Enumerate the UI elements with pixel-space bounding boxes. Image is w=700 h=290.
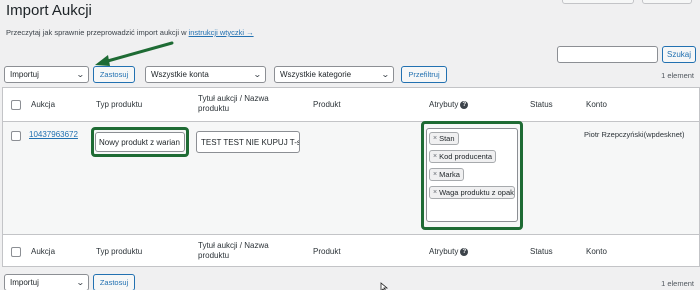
- column-auction-footer: Aukcja: [31, 247, 56, 256]
- top-stub-button-1[interactable]: [562, 0, 634, 4]
- bulk-action-value: Importuj: [10, 70, 39, 79]
- attribute-tag[interactable]: × Kod producenta: [429, 150, 497, 163]
- column-auction: Aukcja: [31, 100, 56, 109]
- remove-tag-icon[interactable]: ×: [433, 171, 437, 178]
- account-value: Piotr Rzepczyński(wpdesknet): [584, 130, 685, 139]
- table-header: Aukcja Typ produktu Tytuł aukcji / Nazwa…: [3, 88, 699, 122]
- select-all-checkbox-footer[interactable]: [11, 247, 21, 257]
- top-stub-button-2[interactable]: [642, 0, 692, 4]
- page-title: Import Aukcji: [6, 2, 92, 19]
- bulk-action-select-top[interactable]: Importuj ⌄: [4, 66, 89, 83]
- filter-button[interactable]: Przefiltruj: [401, 66, 447, 83]
- column-title-line2: produktu: [198, 104, 230, 113]
- item-count-bottom: 1 element: [661, 279, 694, 288]
- attributes-multiselect[interactable]: × Stan × Kod producenta × Marka × Waga produ…: [426, 128, 518, 222]
- column-title: Tytuł aukcji / Nazwa produktu: [198, 94, 269, 114]
- table-footer: Aukcja Typ produktu Tytuł aukcji / Nazwa…: [3, 234, 699, 268]
- accounts-filter-value: Wszystkie konta: [151, 70, 209, 79]
- chevron-down-icon: ⌄: [76, 278, 86, 287]
- column-title-footer: Tytuł aukcji / Nazwa produktu: [198, 241, 269, 261]
- auctions-table: Aukcja Typ produktu Tytuł aukcji / Nazwa…: [2, 87, 700, 267]
- attribute-tag-label: Stan: [439, 134, 455, 143]
- help-text: Przeczytaj jak sprawnie przeprowadzić im…: [6, 28, 254, 37]
- bulk-action-value-bottom: Importuj: [10, 278, 39, 287]
- column-attributes-footer-label: Atrybuty: [429, 247, 459, 256]
- bulk-action-select-bottom[interactable]: Importuj ⌄: [4, 274, 89, 290]
- accounts-filter-select[interactable]: Wszystkie konta ⌄: [145, 66, 266, 83]
- attribute-tag-label: Marka: [439, 170, 460, 179]
- attribute-tag-label: Waga produktu z opakowaniem: [439, 188, 514, 197]
- column-product-type: Typ produktu: [96, 100, 143, 109]
- row-checkbox[interactable]: [11, 131, 21, 141]
- product-type-select[interactable]: Nowy produkt z warian: [95, 132, 185, 152]
- help-icon[interactable]: ?: [460, 247, 469, 256]
- apply-button-bottom[interactable]: Zastosuj: [93, 274, 135, 290]
- select-all-checkbox[interactable]: [11, 100, 21, 110]
- column-product-type-footer: Typ produktu: [96, 247, 143, 256]
- attribute-tag[interactable]: × Marka: [429, 168, 464, 181]
- column-attributes-label: Atrybuty: [429, 100, 459, 109]
- attribute-tag-label: Kod producenta: [439, 152, 493, 161]
- remove-tag-icon[interactable]: ×: [433, 153, 437, 160]
- chevron-down-icon: ⌄: [76, 70, 86, 79]
- attribute-tag[interactable]: ×Waga produktu z opakowaniem: [429, 186, 515, 199]
- column-product-footer: Produkt: [313, 247, 341, 256]
- plugin-instructions-link[interactable]: instrukcji wtyczki →: [189, 28, 254, 37]
- remove-tag-icon[interactable]: ×: [433, 189, 437, 196]
- column-status: Status: [530, 100, 553, 109]
- column-title-footer-line1: Tytuł aukcji / Nazwa: [198, 241, 269, 250]
- apply-button-top[interactable]: Zastosuj: [93, 66, 135, 83]
- auction-title-input[interactable]: TEST TEST NIE KUPUJ T-shirt: [196, 131, 300, 153]
- column-product: Produkt: [313, 100, 341, 109]
- mouse-cursor-icon: [380, 282, 389, 290]
- column-title-footer-line2: produktu: [198, 251, 230, 260]
- auction-id-link[interactable]: 10437963672: [29, 130, 78, 139]
- remove-tag-icon[interactable]: ×: [433, 135, 437, 142]
- column-title-line1: Tytuł aukcji / Nazwa: [198, 94, 269, 103]
- top-toolbar-stubs: [562, 0, 692, 4]
- categories-filter-select[interactable]: Wszystkie kategorie ⌄: [274, 66, 394, 83]
- search-input[interactable]: [557, 46, 658, 63]
- help-text-prefix: Przeczytaj jak sprawnie przeprowadzić im…: [6, 28, 189, 37]
- column-attributes: Atrybuty?: [429, 100, 469, 110]
- attribute-tag[interactable]: × Stan: [429, 132, 459, 145]
- item-count-top: 1 element: [661, 71, 694, 80]
- search-button[interactable]: Szukaj: [662, 46, 696, 63]
- categories-filter-value: Wszystkie kategorie: [280, 70, 352, 79]
- chevron-down-icon: ⌄: [253, 70, 263, 79]
- column-status-footer: Status: [530, 247, 553, 256]
- help-icon[interactable]: ?: [460, 100, 469, 109]
- chevron-down-icon: ⌄: [381, 70, 391, 79]
- column-account-footer: Konto: [586, 247, 607, 256]
- column-account: Konto: [586, 100, 607, 109]
- column-attributes-footer: Atrybuty?: [429, 247, 469, 257]
